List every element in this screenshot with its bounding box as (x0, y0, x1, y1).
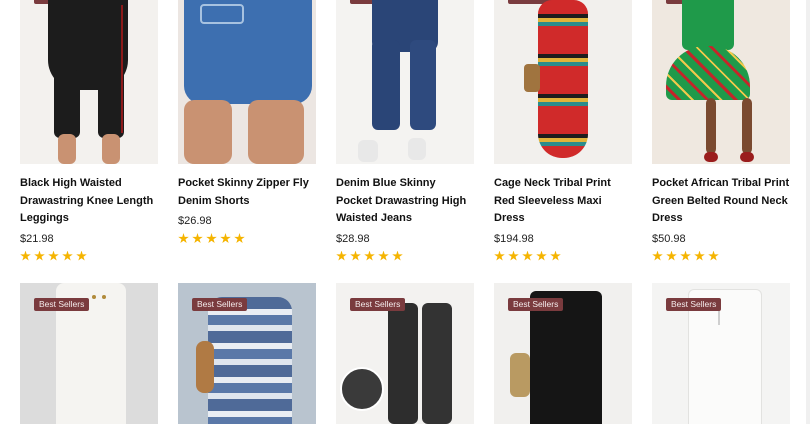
dress-bodice (682, 0, 734, 50)
star-icon (192, 233, 203, 244)
product-name[interactable]: Pocket Skinny Zipper Fly Denim Shorts (178, 175, 316, 210)
product-price: $26.98 (178, 215, 212, 227)
star-icon (364, 250, 375, 261)
star-icon (234, 233, 245, 244)
leg-skin (248, 100, 304, 164)
detail-inset (340, 367, 384, 411)
belt-tie (200, 4, 244, 24)
product-image[interactable]: Best Sellers (652, 283, 790, 424)
woven-bag (196, 341, 214, 393)
product-image[interactable]: Best Sellers (178, 283, 316, 424)
product-image[interactable] (494, 0, 632, 164)
product-card[interactable]: Black High Waisted Drawastring Knee Leng… (20, 0, 158, 262)
product-name[interactable]: Cage Neck Tribal Print Red Sleeveless Ma… (494, 175, 632, 228)
legging-left (388, 303, 418, 424)
product-card[interactable]: Best Sellers (20, 283, 158, 424)
best-seller-badge: Best Sellers (192, 298, 248, 311)
star-icon (336, 250, 347, 261)
product-name[interactable]: Pocket African Tribal Print Green Belted… (652, 175, 790, 228)
product-card[interactable]: Best Sellers (178, 283, 316, 424)
product-image[interactable] (652, 0, 790, 164)
product-card[interactable]: Best Sellers (494, 283, 632, 424)
product-image[interactable]: Best Sellers (336, 283, 474, 424)
straw-bag (510, 353, 530, 397)
star-icon (666, 250, 677, 261)
best-seller-badge: Best Sellers (666, 298, 722, 311)
product-card[interactable]: Pocket Skinny Zipper Fly Denim Shorts $2… (178, 0, 316, 244)
legging-right (422, 303, 452, 424)
rating-stars (178, 233, 316, 244)
star-icon (20, 250, 31, 261)
product-name[interactable]: Black High Waisted Drawastring Knee Leng… (20, 175, 158, 228)
star-icon (508, 250, 519, 261)
product-card[interactable]: Best Sellers (652, 283, 790, 424)
product-price: $21.98 (20, 232, 54, 245)
rating-stars (652, 250, 790, 262)
red-stripe (121, 5, 123, 133)
product-card[interactable]: Denim Blue Skinny Pocket Drawastring Hig… (336, 0, 474, 262)
product-price: $28.98 (336, 232, 370, 245)
star-icon (708, 250, 719, 261)
star-icon (34, 250, 45, 261)
straw-bag (524, 64, 540, 92)
tie-dye-dress-graphic (208, 297, 292, 424)
leg-skin (706, 98, 716, 154)
star-icon (680, 250, 691, 261)
star-icon (178, 233, 189, 244)
star-icon (378, 250, 389, 261)
heel (704, 152, 718, 162)
star-icon (48, 250, 59, 261)
dress-skirt (666, 46, 750, 100)
leggings-left-leg (54, 70, 80, 138)
product-card[interactable]: Pocket African Tribal Print Green Belted… (652, 0, 790, 262)
star-icon (494, 250, 505, 261)
product-image[interactable]: Best Sellers (20, 283, 158, 424)
star-icon (206, 233, 217, 244)
star-icon (76, 250, 87, 261)
scrollbar[interactable] (806, 0, 810, 424)
maxi-dress-graphic (538, 0, 588, 158)
sneaker (358, 140, 378, 162)
product-card[interactable]: Cage Neck Tribal Print Red Sleeveless Ma… (494, 0, 632, 262)
star-icon (550, 250, 561, 261)
star-icon (652, 250, 663, 261)
product-price: $194.98 (494, 232, 534, 245)
star-icon (392, 250, 403, 261)
product-image[interactable] (178, 0, 316, 164)
button-detail (102, 295, 106, 299)
best-seller-badge: Best Sellers (350, 298, 406, 311)
product-price: $50.98 (652, 232, 686, 245)
sneaker (408, 138, 426, 160)
rating-stars (20, 250, 158, 262)
rating-stars (494, 250, 632, 262)
product-image[interactable] (20, 0, 158, 164)
rating-stars (336, 250, 474, 262)
star-icon (536, 250, 547, 261)
leg-skin (102, 134, 120, 164)
product-image[interactable] (336, 0, 474, 164)
product-name[interactable]: Denim Blue Skinny Pocket Drawastring Hig… (336, 175, 474, 228)
product-image[interactable]: Best Sellers (494, 283, 632, 424)
jeans-right-leg (410, 40, 436, 130)
leg-skin (58, 134, 76, 164)
jeans-left-leg (372, 40, 400, 130)
leg-skin (742, 98, 752, 154)
star-icon (694, 250, 705, 261)
heel (740, 152, 754, 162)
best-seller-badge: Best Sellers (508, 298, 564, 311)
product-card[interactable]: Best Sellers (336, 283, 474, 424)
leg-skin (184, 100, 232, 164)
best-seller-badge: Best Sellers (34, 298, 90, 311)
star-icon (350, 250, 361, 261)
star-icon (62, 250, 73, 261)
star-icon (220, 233, 231, 244)
star-icon (522, 250, 533, 261)
button-detail (92, 295, 96, 299)
